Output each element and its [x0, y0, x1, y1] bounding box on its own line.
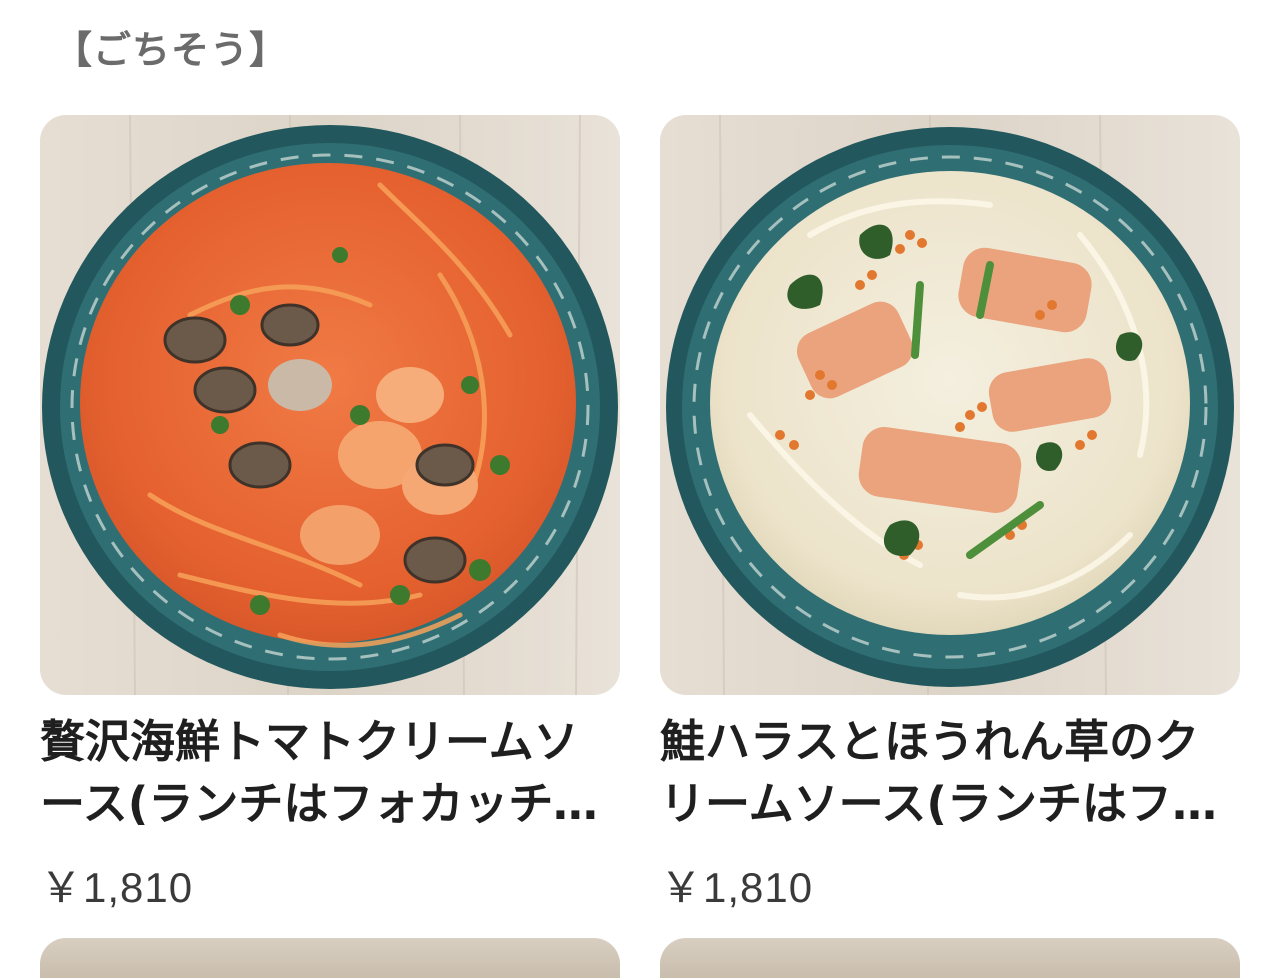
next-row-card-peek[interactable]	[660, 938, 1240, 978]
menu-item-photo-tomato-seafood[interactable]	[40, 115, 620, 695]
salmon-spinach-pasta-image	[660, 115, 1240, 695]
menu-item-price: ￥1,810	[660, 864, 814, 911]
menu-item-price: ￥1,810	[40, 864, 194, 911]
next-row-card-peek[interactable]	[40, 938, 620, 978]
section-heading: 【ごちそう】	[54, 28, 289, 72]
menu-item-photo-salmon-spinach[interactable]	[660, 115, 1240, 695]
menu-item-title[interactable]: 贅沢海鮮トマトクリームソース(ランチはフォカッチャ付き)	[40, 711, 620, 835]
tomato-seafood-pasta-image	[40, 115, 620, 695]
menu-item-title[interactable]: 鮭ハラスとほうれん草のクリームソース(ランチはフォカッチャ付き)	[660, 711, 1240, 835]
menu-item-card[interactable]: 鮭ハラスとほうれん草のクリームソース(ランチはフォカッチャ付き) ￥1,810	[660, 115, 1240, 913]
menu-item-card[interactable]: 贅沢海鮮トマトクリームソース(ランチはフォカッチャ付き) ￥1,810	[40, 115, 620, 913]
